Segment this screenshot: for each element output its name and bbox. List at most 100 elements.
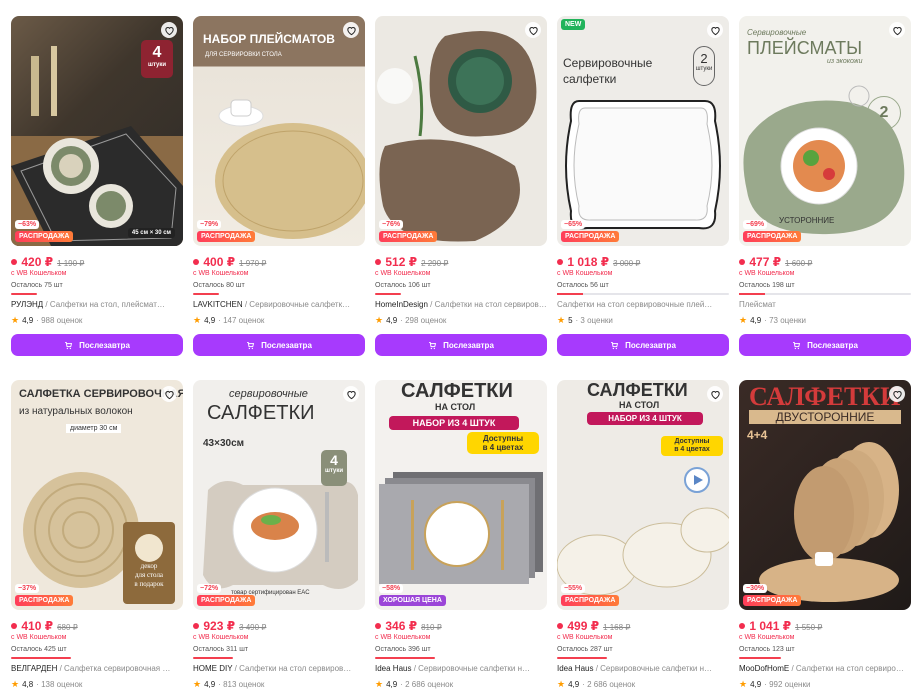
product-card[interactable]: САЛФЕТКИ ДВУСТОРОННИЕ 4+4 −30% РАСПРОДАЖ… bbox=[739, 380, 911, 697]
product-image[interactable]: САЛФЕТКИ НА СТОЛ НАБОР ИЗ 4 ШТУК Доступн… bbox=[375, 380, 547, 610]
stock-bar bbox=[739, 293, 911, 295]
product-image[interactable]: Сервировочные ПЛЕЙСМАТЫ из экокожи 2 УСТ… bbox=[739, 16, 911, 246]
product-image[interactable]: −76% РАСПРОДАЖА bbox=[375, 16, 547, 246]
discount-label: −69% bbox=[743, 220, 768, 229]
stock-bar bbox=[193, 293, 219, 295]
price-row: 499 ₽ 1 168 ₽ bbox=[557, 619, 729, 633]
sale-badge: РАСПРОДАЖА bbox=[743, 231, 802, 242]
image-kicker: сервировочные bbox=[229, 388, 308, 400]
product-image[interactable]: сервировочные САЛФЕТКИ 43×30см 4 штуки т… bbox=[193, 380, 365, 610]
product-card[interactable]: САЛФЕТКИ НА СТОЛ НАБОР ИЗ 4 ШТУК Доступн… bbox=[557, 380, 729, 697]
rating: ★ 4,9 · 147 оценок bbox=[193, 314, 265, 325]
brand[interactable]: Idea Haus bbox=[375, 664, 411, 673]
price: 410 ₽ bbox=[11, 619, 53, 633]
image-headline-2: салфетки bbox=[563, 72, 617, 86]
product-card[interactable]: САЛФЕТКА СЕРВИРОВОЧНАЯ из натуральных во… bbox=[11, 380, 183, 697]
product-title[interactable]: HomeInDesign / Салфетки на стол сервиров… bbox=[375, 300, 547, 310]
wallet-note: с WB Кошельком bbox=[11, 270, 67, 277]
old-price: 1 550 ₽ bbox=[795, 623, 823, 632]
sale-badge: РАСПРОДАЖА bbox=[561, 231, 620, 242]
product-title[interactable]: HOME DIY / Салфетки на стол сервиров… bbox=[193, 664, 365, 674]
brand[interactable]: HOME DIY bbox=[193, 664, 232, 673]
product-card[interactable]: Сервировочные ПЛЕЙСМАТЫ из экокожи 2 УСТ… bbox=[739, 16, 911, 356]
favorite-heart-icon[interactable] bbox=[161, 22, 177, 38]
price: 923 ₽ bbox=[193, 619, 235, 633]
product-card[interactable]: сервировочные САЛФЕТКИ 43×30см 4 штуки т… bbox=[193, 380, 365, 697]
product-title[interactable]: MooDofHomE / Салфетки на стол сервиро… bbox=[739, 664, 911, 674]
product-title[interactable]: ВЕЛГАРДЕН / Салфетка сервировочная … bbox=[11, 664, 183, 674]
product-card[interactable]: 4 штуки 45 см × 30 см −63% РАСПРОДАЖА 42… bbox=[11, 16, 183, 356]
favorite-heart-icon[interactable] bbox=[707, 386, 723, 402]
favorite-heart-icon[interactable] bbox=[889, 386, 905, 402]
price-row: 477 ₽ 1 600 ₽ bbox=[739, 255, 911, 269]
old-price: 1 190 ₽ bbox=[57, 259, 85, 268]
product-title[interactable]: LAVKITCHEN / Сервировочные салфетк… bbox=[193, 300, 365, 310]
brand[interactable]: РУЛЭНД bbox=[11, 300, 43, 309]
price-row: 512 ₽ 2 290 ₽ bbox=[375, 255, 547, 269]
brand[interactable]: ВЕЛГАРДЕН bbox=[11, 664, 57, 673]
brand[interactable]: Idea Haus bbox=[557, 664, 593, 673]
old-price: 1 600 ₽ bbox=[785, 259, 813, 268]
product-image[interactable]: НАБОР ПЛЕЙСМАТОВ ДЛЯ СЕРВИРОВКИ СТОЛА −7… bbox=[193, 16, 365, 246]
brand[interactable]: LAVKITCHEN bbox=[193, 300, 243, 309]
favorite-heart-icon[interactable] bbox=[343, 386, 359, 402]
delivery-button[interactable]: Послезавтра bbox=[739, 334, 911, 356]
product-image[interactable]: NEW Сервировочные салфетки 2 штуки −65% … bbox=[557, 16, 729, 246]
star-icon: ★ bbox=[557, 678, 566, 689]
rating: ★ 5 · 3 оценки bbox=[557, 314, 613, 325]
delivery-button[interactable]: Послезавтра bbox=[557, 334, 729, 356]
star-icon: ★ bbox=[739, 678, 748, 689]
discount-label: −65% bbox=[561, 220, 586, 229]
colors-note: Доступны в 4 цветах bbox=[661, 436, 723, 456]
stock-left: Осталось 75 шт bbox=[11, 282, 63, 289]
brand[interactable]: HomeInDesign bbox=[375, 300, 428, 309]
star-icon: ★ bbox=[193, 314, 202, 325]
favorite-heart-icon[interactable] bbox=[161, 386, 177, 402]
product-title[interactable]: РУЛЭНД / Салфетки на стол, плейсмат… bbox=[11, 300, 183, 310]
old-price: 810 ₽ bbox=[421, 623, 442, 632]
rating: ★ 4,9 · 813 оценок bbox=[193, 678, 265, 689]
stock-bar bbox=[375, 657, 435, 659]
wallet-note: с WB Кошельком bbox=[375, 270, 431, 277]
product-card[interactable]: NEW Сервировочные салфетки 2 штуки −65% … bbox=[557, 16, 729, 356]
product-title[interactable]: Idea Haus / Сервировочные салфетки н… bbox=[375, 664, 547, 674]
delivery-button[interactable]: Послезавтра bbox=[11, 334, 183, 356]
product-image[interactable]: САЛФЕТКИ НА СТОЛ НАБОР ИЗ 4 ШТУК Доступн… bbox=[557, 380, 729, 610]
product-card[interactable]: −76% РАСПРОДАЖА 512 ₽ 2 290 ₽ с WB Кошель… bbox=[375, 16, 547, 356]
product-title[interactable]: Салфетки на стол сервировочные плей… bbox=[557, 300, 729, 310]
favorite-heart-icon[interactable] bbox=[707, 22, 723, 38]
price-row: 1 018 ₽ 3 000 ₽ bbox=[557, 255, 729, 269]
wallet-note: с WB Кошельком bbox=[375, 634, 431, 641]
brand[interactable]: MooDofHomE bbox=[739, 664, 789, 673]
star-icon: ★ bbox=[375, 314, 384, 325]
delivery-button[interactable]: Послезавтра bbox=[193, 334, 365, 356]
wallet-note: с WB Кошельком bbox=[557, 634, 613, 641]
old-price: 1 168 ₽ bbox=[603, 623, 631, 632]
favorite-heart-icon[interactable] bbox=[343, 22, 359, 38]
cart-icon bbox=[611, 341, 619, 349]
delivery-button[interactable]: Послезавтра bbox=[375, 334, 547, 356]
product-image[interactable]: САЛФЕТКА СЕРВИРОВОЧНАЯ из натуральных во… bbox=[11, 380, 183, 610]
price: 477 ₽ bbox=[739, 255, 781, 269]
wallet-note: с WB Кошельком bbox=[739, 270, 795, 277]
favorite-heart-icon[interactable] bbox=[525, 22, 541, 38]
wallet-note: с WB Кошельком bbox=[557, 270, 613, 277]
product-image[interactable]: 4 штуки 45 см × 30 см −63% РАСПРОДАЖА bbox=[11, 16, 183, 246]
product-title[interactable]: Плейсмат bbox=[739, 300, 911, 310]
sale-badge: РАСПРОДАЖА bbox=[15, 231, 74, 242]
cart-icon bbox=[247, 341, 255, 349]
stock-left: Осталось 56 шт bbox=[557, 282, 609, 289]
image-banner: НАБОР ИЗ 4 ШТУК bbox=[587, 412, 703, 425]
stock-bar bbox=[739, 657, 781, 659]
wallet-note: с WB Кошельком bbox=[193, 270, 249, 277]
stock-left: Осталось 198 шт bbox=[739, 282, 795, 289]
good-price-badge: ХОРОШАЯ ЦЕНА bbox=[379, 595, 446, 606]
product-card[interactable]: САЛФЕТКИ НА СТОЛ НАБОР ИЗ 4 ШТУК Доступн… bbox=[375, 380, 547, 697]
product-image[interactable]: САЛФЕТКИ ДВУСТОРОННИЕ 4+4 −30% РАСПРОДАЖ… bbox=[739, 380, 911, 610]
product-title[interactable]: Idea Haus / Сервировочные салфетки н… bbox=[557, 664, 729, 674]
product-card[interactable]: НАБОР ПЛЕЙСМАТОВ ДЛЯ СЕРВИРОВКИ СТОЛА −7… bbox=[193, 16, 365, 356]
discount-label: −55% bbox=[561, 584, 586, 593]
favorite-heart-icon[interactable] bbox=[889, 22, 905, 38]
discount-label: −79% bbox=[197, 220, 222, 229]
image-headline: Сервировочные bbox=[563, 56, 653, 70]
